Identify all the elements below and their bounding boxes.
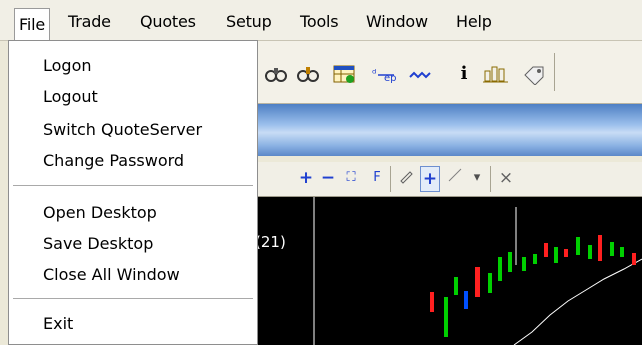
candle bbox=[554, 247, 558, 263]
table-icon[interactable] bbox=[332, 63, 356, 85]
toolbar-separator bbox=[554, 53, 555, 91]
menu-item-exit[interactable]: Exit bbox=[43, 312, 73, 336]
svg-text:ᵈ: ᵈ bbox=[372, 67, 376, 80]
candle bbox=[498, 257, 502, 281]
candle bbox=[598, 235, 602, 261]
fit-button[interactable]: ⛶ bbox=[342, 166, 360, 190]
candle bbox=[588, 245, 592, 259]
info-icon[interactable]: i bbox=[452, 63, 476, 85]
menu-item-open-desktop[interactable]: Open Desktop bbox=[43, 201, 157, 225]
line-tool-icon[interactable] bbox=[446, 166, 464, 190]
menu-window[interactable]: Window bbox=[366, 10, 428, 34]
title-band bbox=[232, 104, 642, 156]
bar-chart-icon[interactable] bbox=[482, 63, 508, 85]
menu-trade[interactable]: Trade bbox=[68, 10, 111, 34]
menu-quotes[interactable]: Quotes bbox=[140, 10, 196, 34]
f-button[interactable]: F bbox=[370, 166, 384, 190]
candlestick-plot bbox=[313, 197, 642, 345]
candle bbox=[475, 267, 480, 297]
candle bbox=[444, 297, 448, 337]
candle bbox=[544, 243, 548, 257]
menu-file[interactable]: File bbox=[14, 8, 50, 41]
candle bbox=[620, 247, 624, 257]
menu-item-close-all-window[interactable]: Close All Window bbox=[43, 263, 180, 287]
chart-toolbar-separator-3 bbox=[490, 166, 491, 192]
candle bbox=[610, 242, 614, 256]
chevron-down-icon[interactable]: ▾ bbox=[470, 166, 484, 190]
menu-setup[interactable]: Setup bbox=[226, 10, 272, 34]
binoculars-icon[interactable] bbox=[264, 63, 288, 85]
swap-icon[interactable]: ᵈ ep bbox=[372, 63, 397, 85]
main-toolbar: ᵈ ep i bbox=[232, 41, 642, 104]
menu-item-change-password[interactable]: Change Password bbox=[43, 149, 184, 173]
price-chart[interactable]: (21) bbox=[232, 197, 642, 345]
menu-separator-2 bbox=[13, 298, 253, 299]
candle bbox=[464, 291, 468, 309]
candle bbox=[508, 252, 512, 272]
candle bbox=[430, 292, 434, 312]
menu-bar: File Trade Quotes Setup Tools Window Hel… bbox=[0, 0, 642, 41]
ma-line bbox=[513, 258, 642, 345]
crosshair-button[interactable]: + bbox=[420, 166, 440, 192]
menu-help[interactable]: Help bbox=[456, 10, 492, 34]
menu-item-logout[interactable]: Logout bbox=[43, 85, 98, 109]
candle bbox=[576, 237, 580, 255]
pen-icon[interactable] bbox=[398, 166, 416, 190]
signal-icon[interactable] bbox=[408, 63, 432, 85]
menu-item-switch-quoteserver[interactable]: Switch QuoteServer bbox=[43, 118, 202, 142]
chart-toolbar: + − ⛶ F + ▾ × bbox=[232, 162, 642, 197]
menu-item-save-desktop[interactable]: Save Desktop bbox=[43, 232, 153, 256]
candle bbox=[632, 253, 636, 265]
menu-tools[interactable]: Tools bbox=[300, 10, 339, 34]
zoom-in-button[interactable]: + bbox=[298, 166, 314, 190]
candle bbox=[564, 249, 568, 257]
menu-item-logon[interactable]: Logon bbox=[43, 54, 92, 78]
candle bbox=[522, 257, 526, 271]
binoculars-2-icon[interactable] bbox=[296, 63, 320, 85]
candle bbox=[454, 277, 458, 295]
file-menu-dropdown: Logon Logout Switch QuoteServer Change P… bbox=[8, 40, 258, 345]
candle bbox=[488, 273, 492, 293]
candle bbox=[533, 254, 537, 264]
close-icon[interactable]: × bbox=[498, 166, 514, 190]
svg-text:ep: ep bbox=[384, 73, 397, 84]
indicator-label: (21) bbox=[255, 233, 286, 251]
chart-toolbar-separator-2 bbox=[390, 166, 391, 192]
menu-separator bbox=[13, 185, 253, 186]
zoom-out-button[interactable]: − bbox=[320, 166, 336, 190]
tag-icon[interactable] bbox=[522, 63, 546, 86]
